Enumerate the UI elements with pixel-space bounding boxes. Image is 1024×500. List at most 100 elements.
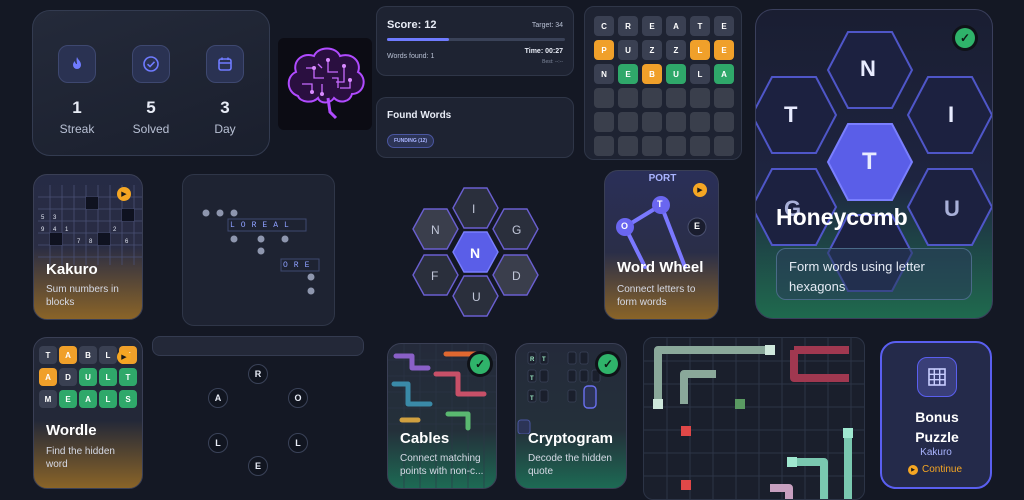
- empty-tile: [594, 88, 614, 108]
- stat-value: 1: [72, 98, 82, 117]
- card-description: Form words using letter hexagons: [776, 248, 972, 300]
- empty-tile: [594, 136, 614, 156]
- card-description: Decode the hidden quote: [528, 453, 612, 477]
- score-card: Score: 12 Target: 34 Words found: 1 Time…: [376, 6, 574, 76]
- anagram-letter[interactable]: L: [288, 433, 308, 453]
- stat-day: 3 Day: [195, 45, 255, 136]
- wordle-tile: A: [79, 390, 97, 408]
- progress-track: [152, 336, 364, 356]
- stats-card: 1 Streak 5 Solved 3 Day: [32, 10, 270, 156]
- wordle-tile: B: [79, 346, 97, 364]
- wheel-letter[interactable]: E: [694, 221, 700, 231]
- cryptogram-card[interactable]: R T T T ✓ Cryptogram Decode the hidden quot…: [515, 343, 627, 489]
- hex-letter: I: [948, 102, 955, 127]
- stat-label: Streak: [59, 122, 95, 136]
- letter-tile: B: [642, 64, 662, 84]
- found-word-chip[interactable]: FUNDING (12): [387, 134, 435, 148]
- brain-image: [278, 38, 372, 130]
- svg-text:2: 2: [113, 227, 117, 233]
- anagram-wheel[interactable]: R A O L L E: [176, 360, 346, 490]
- letter-tile: A: [714, 64, 734, 84]
- word-chain-card[interactable]: LOREAL ORE: [182, 174, 335, 326]
- continue-button[interactable]: ▶ Continue: [908, 464, 962, 475]
- svg-text:5: 5: [41, 215, 45, 221]
- word-wheel-card[interactable]: PORT ▶ T O E Word Wheel Connect letters …: [604, 170, 719, 320]
- stat-label: Day: [214, 122, 236, 136]
- bonus-title: Bonus Puzzle: [915, 409, 959, 445]
- anagram-letter[interactable]: R: [248, 364, 268, 384]
- empty-tile: [690, 112, 710, 132]
- score-progress-bar: [387, 38, 565, 41]
- letter-tile: A: [666, 16, 686, 36]
- flow-puzzle-board[interactable]: [643, 337, 865, 500]
- wordle-tile: S: [119, 390, 137, 408]
- wordle-card[interactable]: TABLEADULTMEALS ▶ Wordle Find the hidden…: [33, 337, 143, 489]
- empty-tile: [666, 88, 686, 108]
- bonus-puzzle-card[interactable]: Bonus Puzzle Kakuro ▶ Continue: [880, 341, 992, 489]
- svg-text:R: R: [530, 357, 535, 363]
- wheel-letter[interactable]: O: [621, 221, 628, 231]
- svg-text:3: 3: [53, 215, 57, 221]
- letter-tile: N: [594, 64, 614, 84]
- svg-text:6: 6: [125, 239, 129, 245]
- anagram-letter[interactable]: L: [208, 433, 228, 453]
- hex-letter: I: [472, 202, 476, 216]
- card-title: Wordle: [46, 422, 97, 439]
- chain-word: LOREAL: [230, 221, 295, 230]
- bonus-subtitle: Kakuro: [920, 447, 952, 458]
- letter-tile: Z: [642, 40, 662, 60]
- chain-word: ORE: [283, 261, 316, 270]
- anagram-letter[interactable]: A: [208, 388, 228, 408]
- letter-grid-card: CREATEPUZZLENEBULA: [584, 6, 742, 160]
- anagram-letter[interactable]: O: [288, 388, 308, 408]
- letter-tile: E: [618, 64, 638, 84]
- letter-tile: E: [642, 16, 662, 36]
- empty-tile: [666, 112, 686, 132]
- stat-streak: 1 Streak: [47, 45, 107, 136]
- play-icon[interactable]: ▶: [117, 350, 131, 364]
- wordle-tile: E: [59, 390, 77, 408]
- hex-letter: F: [431, 269, 439, 283]
- card-description: Connect matching points with non-c...: [400, 453, 484, 477]
- completed-check-icon: ✓: [470, 354, 490, 374]
- anagram-letter[interactable]: E: [248, 456, 268, 476]
- card-description: Find the hidden word: [46, 446, 115, 470]
- honeycomb-card[interactable]: N T I G U T ✓ Honeycomb Form words using…: [755, 9, 993, 319]
- empty-tile: [618, 88, 638, 108]
- letter-tile: E: [714, 16, 734, 36]
- svg-text:T: T: [530, 396, 534, 402]
- empty-tile: [690, 88, 710, 108]
- wheel-letter[interactable]: T: [657, 199, 663, 209]
- play-icon: ▶: [908, 464, 918, 475]
- kakuro-card[interactable]: 5 3 9 4 1 7 8 2 6 ▶ Kakuro Sum numbers in block…: [33, 174, 143, 320]
- best-label: Best: --:--: [542, 59, 563, 65]
- wordle-tile: L: [99, 368, 117, 386]
- card-description: Connect letters to form words: [617, 284, 696, 308]
- hex-letter: N: [431, 223, 440, 237]
- card-title: Honeycomb: [776, 204, 908, 230]
- empty-tile: [594, 112, 614, 132]
- play-icon[interactable]: ▶: [117, 187, 131, 201]
- card-title: Cryptogram: [528, 430, 614, 447]
- wordle-tile: A: [59, 346, 77, 364]
- continue-label: Continue: [922, 464, 963, 475]
- stat-value: 3: [220, 98, 230, 117]
- svg-text:7: 7: [77, 239, 81, 245]
- hex-letter: U: [472, 290, 481, 304]
- svg-text:9: 9: [41, 227, 45, 233]
- letter-tile: Z: [666, 40, 686, 60]
- wordle-tile: L: [99, 390, 117, 408]
- wordle-tile: A: [39, 368, 57, 386]
- hex-center-letter: N: [470, 245, 481, 261]
- hex-letter: U: [944, 196, 960, 221]
- empty-tile: [690, 136, 710, 156]
- empty-tile: [642, 112, 662, 132]
- hex-letter: D: [512, 269, 521, 283]
- hex-center-letter: T: [862, 148, 877, 175]
- cables-card[interactable]: ✓ Cables Connect matching points with no…: [387, 343, 497, 489]
- hex-puzzle-preview[interactable]: I G D U F N N: [404, 182, 546, 322]
- svg-text:T: T: [530, 376, 534, 382]
- timer-label: Time: 00:27: [524, 48, 563, 55]
- words-found-label: Words found: 1: [387, 53, 435, 60]
- found-words-title: Found Words: [387, 110, 452, 121]
